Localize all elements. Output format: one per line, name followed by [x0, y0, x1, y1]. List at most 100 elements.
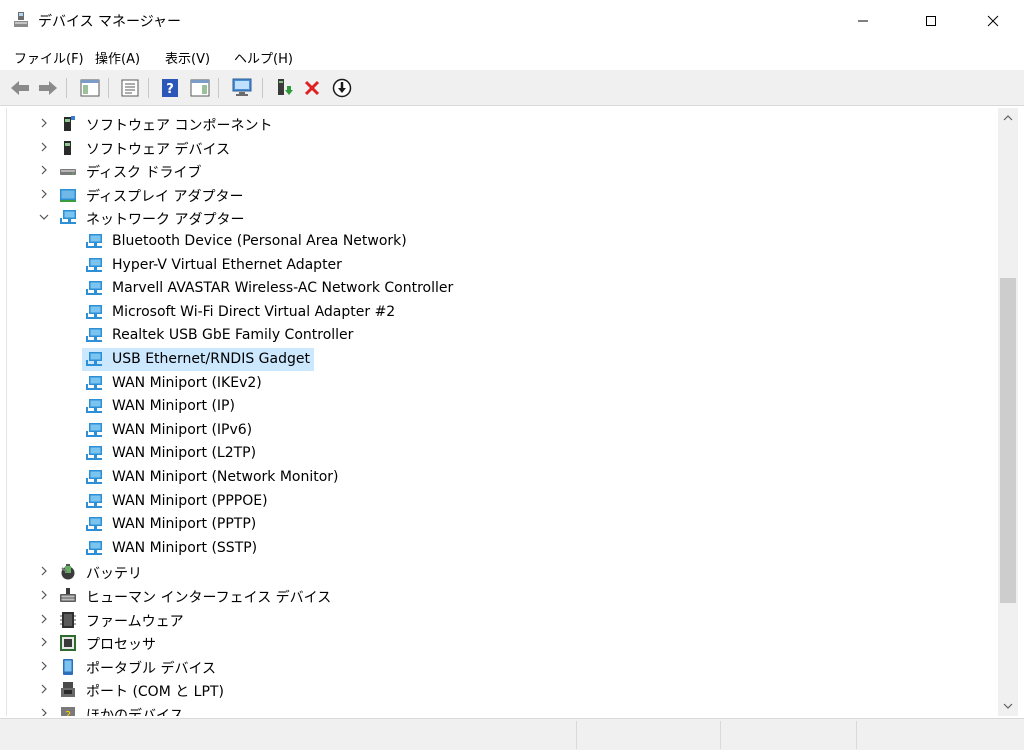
- update-driver-button[interactable]: [272, 76, 296, 100]
- network-adapter-icon: [85, 398, 103, 416]
- show-hide-tree-button[interactable]: [78, 76, 102, 100]
- minimize-button[interactable]: [840, 0, 886, 42]
- tree-item-label: Realtek USB GbE Family Controller: [112, 327, 354, 344]
- network-adapter-icon: [85, 540, 103, 558]
- scroll-up-button[interactable]: [998, 108, 1018, 128]
- tree-item[interactable]: Hyper-V Virtual Ethernet Adapter: [7, 254, 987, 277]
- network-adapter-icon: [85, 351, 103, 369]
- expand-toggle[interactable]: [37, 635, 51, 649]
- tree-item-label: ポート (COM と LPT): [86, 684, 224, 701]
- toolbar-separator: [218, 78, 219, 98]
- action-pane-button[interactable]: [188, 76, 212, 100]
- chevron-right-icon: [41, 590, 47, 600]
- maximize-button[interactable]: [908, 0, 954, 42]
- tree-item[interactable]: WAN Miniport (SSTP): [7, 537, 987, 560]
- tree-item[interactable]: WAN Miniport (IKEv2): [7, 372, 987, 395]
- scroll-thumb[interactable]: [1000, 278, 1016, 603]
- tree-category[interactable]: ? ほかのデバイス: [7, 702, 987, 716]
- expand-toggle[interactable]: [37, 612, 51, 626]
- tree-item-label: ディスプレイ アダプター: [86, 188, 244, 205]
- tree-item[interactable]: Marvell AVASTAR Wireless-AC Network Cont…: [7, 277, 987, 300]
- tree-category[interactable]: バッテリ: [7, 560, 987, 583]
- tree-item-label: WAN Miniport (IPv6): [112, 421, 253, 438]
- tree-item[interactable]: WAN Miniport (PPTP): [7, 513, 987, 536]
- close-button[interactable]: [970, 0, 1016, 42]
- properties-button[interactable]: [118, 76, 142, 100]
- tree-item[interactable]: WAN Miniport (L2TP): [7, 442, 987, 465]
- tree-item-label: USB Ethernet/RNDIS Gadget: [112, 351, 310, 367]
- software-component-icon: [59, 115, 77, 133]
- expand-toggle[interactable]: [37, 564, 51, 578]
- tree-category[interactable]: ファームウェア: [7, 608, 987, 631]
- expand-toggle[interactable]: [37, 588, 51, 602]
- scan-hardware-button[interactable]: [230, 76, 254, 100]
- menu-action[interactable]: 操作(A): [95, 48, 140, 67]
- tree-item-label: バッテリ: [86, 566, 142, 583]
- portable-device-icon: [59, 658, 77, 676]
- tree-category[interactable]: ソフトウェア コンポーネント: [7, 112, 987, 135]
- device-manager-icon: [14, 12, 28, 27]
- tree-category[interactable]: ポート (COM と LPT): [7, 678, 987, 701]
- disable-device-button[interactable]: [330, 76, 354, 100]
- software-device-icon: [59, 139, 77, 157]
- device-tree: ソフトウェア コンポーネントソフトウェア デバイス ディスク ドライブディスプレイ…: [6, 108, 996, 716]
- vertical-scrollbar[interactable]: [998, 108, 1018, 716]
- menu-file[interactable]: ファイル(F): [14, 48, 84, 67]
- chevron-down-icon: [39, 214, 49, 221]
- chevron-right-icon: [41, 708, 47, 716]
- tree-item[interactable]: WAN Miniport (PPPOE): [7, 490, 987, 513]
- menu-help[interactable]: ヘルプ(H): [234, 48, 293, 67]
- uninstall-device-button[interactable]: [300, 76, 324, 100]
- tree-item-label: プロセッサ: [86, 637, 156, 654]
- close-icon: [987, 15, 999, 27]
- expand-toggle[interactable]: [37, 682, 51, 696]
- port-icon: [59, 681, 77, 699]
- tree-category[interactable]: ヒューマン インターフェイス デバイス: [7, 584, 987, 607]
- expand-toggle[interactable]: [37, 659, 51, 673]
- status-divider: [856, 721, 857, 749]
- scroll-down-button[interactable]: [998, 696, 1018, 716]
- help-icon: ?: [162, 79, 178, 97]
- tree-item-label: ソフトウェア デバイス: [86, 141, 231, 158]
- network-adapter-icon: [85, 516, 103, 534]
- tree-category[interactable]: ネットワーク アダプター: [7, 206, 987, 229]
- expand-toggle[interactable]: [37, 210, 51, 224]
- minimize-icon: [858, 20, 868, 22]
- expand-toggle[interactable]: [37, 706, 51, 716]
- tree-category[interactable]: ソフトウェア デバイス: [7, 136, 987, 159]
- status-divider: [720, 721, 721, 749]
- tree-item[interactable]: WAN Miniport (IPv6): [7, 419, 987, 442]
- tree-item-label: WAN Miniport (IKEv2): [112, 374, 262, 391]
- tree-item-label: Bluetooth Device (Personal Area Network): [112, 233, 407, 249]
- menu-view[interactable]: 表示(V): [165, 48, 210, 67]
- tree-item[interactable]: Bluetooth Device (Personal Area Network): [7, 230, 987, 253]
- disk-drive-icon: [59, 162, 77, 180]
- tree-item[interactable]: Realtek USB GbE Family Controller: [7, 324, 987, 347]
- network-adapter-icon: [85, 304, 103, 322]
- help-button[interactable]: ?: [158, 76, 182, 100]
- tree-item[interactable]: USB Ethernet/RNDIS Gadget: [7, 348, 987, 371]
- expand-toggle[interactable]: [37, 116, 51, 130]
- expand-toggle[interactable]: [37, 140, 51, 154]
- tree-item[interactable]: WAN Miniport (Network Monitor): [7, 466, 987, 489]
- back-button[interactable]: [8, 76, 32, 100]
- update-driver-icon: [278, 79, 293, 95]
- expand-toggle[interactable]: [37, 163, 51, 177]
- chevron-right-icon: [41, 189, 47, 199]
- forward-button[interactable]: [36, 76, 60, 100]
- tree-category[interactable]: ディスク ドライブ: [7, 159, 987, 182]
- tree-item-label: Hyper-V Virtual Ethernet Adapter: [112, 256, 342, 273]
- tree-item[interactable]: Microsoft Wi-Fi Direct Virtual Adapter #…: [7, 301, 987, 324]
- tree-category[interactable]: ディスプレイ アダプター: [7, 183, 987, 206]
- tree-item-label: WAN Miniport (IP): [112, 398, 235, 415]
- tree-item[interactable]: WAN Miniport (IP): [7, 395, 987, 418]
- tree-item-label: WAN Miniport (SSTP): [112, 539, 258, 556]
- tree-category[interactable]: ポータブル デバイス: [7, 655, 987, 678]
- tree-item-label: WAN Miniport (L2TP): [112, 445, 257, 462]
- network-adapter-icon: [85, 493, 103, 511]
- toolbar: ?: [0, 70, 1024, 106]
- tree-category[interactable]: プロセッサ: [7, 631, 987, 654]
- tree-item-label: ポータブル デバイス: [86, 660, 217, 677]
- action-pane-icon: [190, 79, 210, 97]
- expand-toggle[interactable]: [37, 187, 51, 201]
